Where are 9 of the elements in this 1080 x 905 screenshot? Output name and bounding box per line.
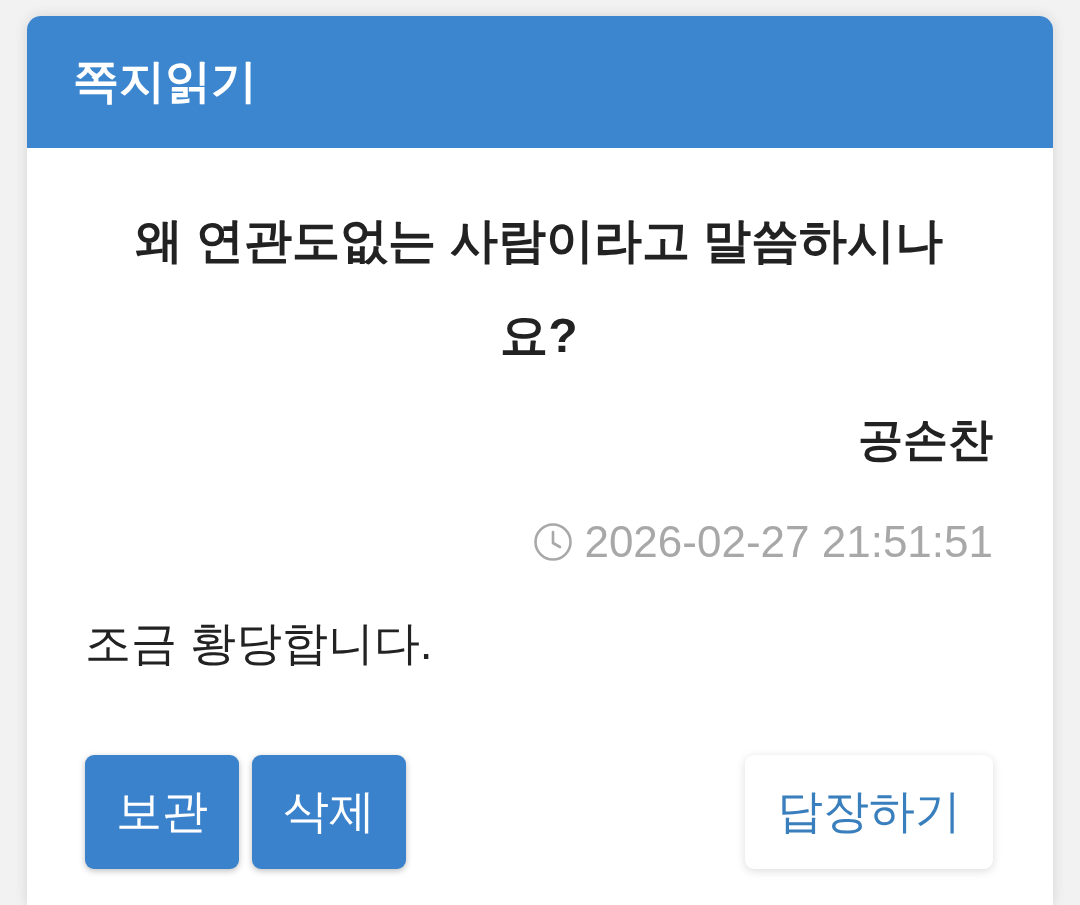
- action-button[interactable]: 보관: [85, 755, 239, 869]
- sender-name: 공손찬: [858, 413, 993, 467]
- message-body: 조금 황당합니다.: [85, 616, 434, 671]
- message-subject: 왜 연관도없는 사람이라고 말씀하시나요?: [134, 213, 944, 364]
- clock-icon: [534, 523, 573, 561]
- sent-timestamp: 2026-02-27 21:51:51: [584, 516, 993, 568]
- action-button[interactable]: 삭제: [252, 755, 406, 869]
- reply-button[interactable]: 답장하기: [745, 755, 993, 869]
- header-title: 쪽지읽기: [73, 54, 257, 110]
